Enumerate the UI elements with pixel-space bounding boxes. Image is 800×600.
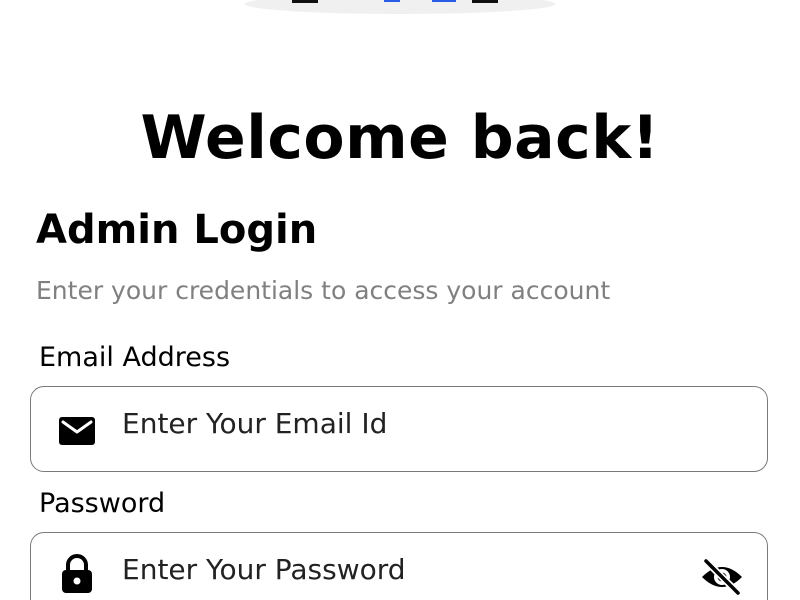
- mail-icon: [59, 417, 95, 445]
- login-illustration: [245, 0, 555, 14]
- welcome-title: Welcome back!: [140, 103, 660, 173]
- email-label: Email Address: [39, 342, 231, 373]
- email-input[interactable]: [122, 401, 702, 445]
- lock-icon: [62, 554, 92, 593]
- eye-off-icon[interactable]: [699, 557, 745, 597]
- password-input[interactable]: [122, 547, 702, 591]
- login-page: Welcome back! Admin Login Enter your cre…: [0, 0, 800, 600]
- login-subtitle: Enter your credentials to access your ac…: [36, 276, 611, 305]
- password-field[interactable]: [30, 532, 768, 600]
- email-field[interactable]: [30, 386, 768, 472]
- login-heading: Admin Login: [36, 207, 318, 253]
- password-label: Password: [39, 488, 166, 519]
